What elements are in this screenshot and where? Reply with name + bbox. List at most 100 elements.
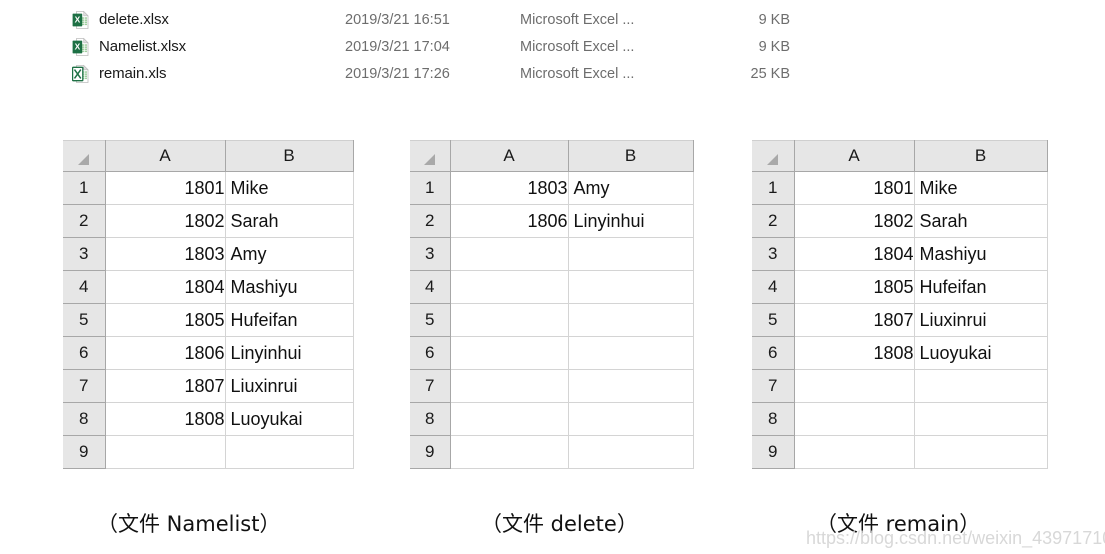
file-name-cell[interactable]: X Namelist.xlsx	[0, 37, 345, 57]
cell-b9[interactable]	[568, 435, 694, 469]
cell-b1[interactable]: Mike	[225, 171, 354, 205]
row-header[interactable]: 5	[752, 303, 795, 337]
row-header[interactable]: 8	[410, 402, 451, 436]
cell-b6[interactable]	[568, 336, 694, 370]
row-header[interactable]: 2	[410, 204, 451, 238]
sheet-row: 3 1804 Mashiyu	[752, 237, 1048, 271]
cell-b7[interactable]	[568, 369, 694, 403]
cell-a6[interactable]: 1808	[794, 336, 915, 370]
row-header[interactable]: 7	[63, 369, 106, 403]
row-header[interactable]: 9	[63, 435, 106, 469]
excel-xls-icon	[72, 64, 90, 84]
cell-b2[interactable]: Sarah	[914, 204, 1048, 238]
cell-a2[interactable]: 1802	[794, 204, 915, 238]
cell-a3[interactable]	[450, 237, 569, 271]
select-all-button[interactable]	[63, 140, 106, 172]
row-header[interactable]: 8	[63, 402, 106, 436]
row-header[interactable]: 1	[63, 171, 106, 205]
cell-b3[interactable]: Amy	[225, 237, 354, 271]
cell-b3[interactable]	[568, 237, 694, 271]
row-header[interactable]: 4	[410, 270, 451, 304]
cell-b2[interactable]: Sarah	[225, 204, 354, 238]
file-name-cell[interactable]: remain.xls	[0, 64, 345, 84]
row-header[interactable]: 6	[63, 336, 106, 370]
column-header-b[interactable]: B	[225, 140, 354, 172]
cell-a9[interactable]	[450, 435, 569, 469]
file-row[interactable]: remain.xls 2019/3/21 17:26 Microsoft Exc…	[0, 60, 1105, 87]
cell-a7[interactable]: 1807	[105, 369, 226, 403]
row-header[interactable]: 8	[752, 402, 795, 436]
row-header[interactable]: 3	[752, 237, 795, 271]
cell-a2[interactable]: 1802	[105, 204, 226, 238]
cell-a7[interactable]	[450, 369, 569, 403]
cell-a2[interactable]: 1806	[450, 204, 569, 238]
cell-b3[interactable]: Mashiyu	[914, 237, 1048, 271]
column-header-a[interactable]: A	[450, 140, 569, 172]
cell-b9[interactable]	[225, 435, 354, 469]
row-header[interactable]: 4	[752, 270, 795, 304]
cell-a1[interactable]: 1803	[450, 171, 569, 205]
row-header[interactable]: 1	[752, 171, 795, 205]
cell-b4[interactable]: Hufeifan	[914, 270, 1048, 304]
cell-a3[interactable]: 1803	[105, 237, 226, 271]
cell-a5[interactable]	[450, 303, 569, 337]
cell-b6[interactable]: Luoyukai	[914, 336, 1048, 370]
row-header[interactable]: 2	[752, 204, 795, 238]
cell-a8[interactable]	[450, 402, 569, 436]
cell-a4[interactable]	[450, 270, 569, 304]
cell-b2[interactable]: Linyinhui	[568, 204, 694, 238]
cell-b5[interactable]: Hufeifan	[225, 303, 354, 337]
column-header-a[interactable]: A	[105, 140, 226, 172]
cell-a1[interactable]: 1801	[794, 171, 915, 205]
cell-b7[interactable]	[914, 369, 1048, 403]
cell-a8[interactable]	[794, 402, 915, 436]
row-header[interactable]: 6	[752, 336, 795, 370]
cell-a4[interactable]: 1805	[794, 270, 915, 304]
cell-a5[interactable]: 1805	[105, 303, 226, 337]
row-header[interactable]: 3	[410, 237, 451, 271]
file-row[interactable]: X delete.xlsx 2019/3/21 16:51 Microsoft …	[0, 6, 1105, 33]
sheet-row: 9	[410, 435, 694, 469]
cell-a1[interactable]: 1801	[105, 171, 226, 205]
cell-a6[interactable]: 1806	[105, 336, 226, 370]
row-header[interactable]: 9	[752, 435, 795, 469]
cell-a7[interactable]	[794, 369, 915, 403]
column-header-a[interactable]: A	[794, 140, 915, 172]
select-all-button[interactable]	[410, 140, 451, 172]
cell-a5[interactable]: 1807	[794, 303, 915, 337]
cell-b1[interactable]: Amy	[568, 171, 694, 205]
file-date: 2019/3/21 17:04	[345, 38, 450, 55]
cell-b9[interactable]	[914, 435, 1048, 469]
cell-b6[interactable]: Linyinhui	[225, 336, 354, 370]
row-header[interactable]: 7	[752, 369, 795, 403]
row-header[interactable]: 4	[63, 270, 106, 304]
cell-b4[interactable]: Mashiyu	[225, 270, 354, 304]
file-name-cell[interactable]: X delete.xlsx	[0, 10, 345, 30]
row-header[interactable]: 2	[63, 204, 106, 238]
column-header-b[interactable]: B	[568, 140, 694, 172]
cell-b7[interactable]: Liuxinrui	[225, 369, 354, 403]
cell-b5[interactable]	[568, 303, 694, 337]
file-row[interactable]: X Namelist.xlsx 2019/3/21 17:04 Microsof…	[0, 33, 1105, 60]
cell-a8[interactable]: 1808	[105, 402, 226, 436]
row-header[interactable]: 9	[410, 435, 451, 469]
cell-a3[interactable]: 1804	[794, 237, 915, 271]
cell-a9[interactable]	[105, 435, 226, 469]
row-header[interactable]: 1	[410, 171, 451, 205]
row-header[interactable]: 5	[410, 303, 451, 337]
row-header[interactable]: 5	[63, 303, 106, 337]
cell-b8[interactable]	[914, 402, 1048, 436]
row-header[interactable]: 7	[410, 369, 451, 403]
cell-b4[interactable]	[568, 270, 694, 304]
cell-b5[interactable]: Liuxinrui	[914, 303, 1048, 337]
column-header-b[interactable]: B	[914, 140, 1048, 172]
row-header[interactable]: 6	[410, 336, 451, 370]
cell-a9[interactable]	[794, 435, 915, 469]
cell-a4[interactable]: 1804	[105, 270, 226, 304]
cell-b8[interactable]	[568, 402, 694, 436]
cell-b8[interactable]: Luoyukai	[225, 402, 354, 436]
cell-a6[interactable]	[450, 336, 569, 370]
cell-b1[interactable]: Mike	[914, 171, 1048, 205]
select-all-button[interactable]	[752, 140, 795, 172]
row-header[interactable]: 3	[63, 237, 106, 271]
